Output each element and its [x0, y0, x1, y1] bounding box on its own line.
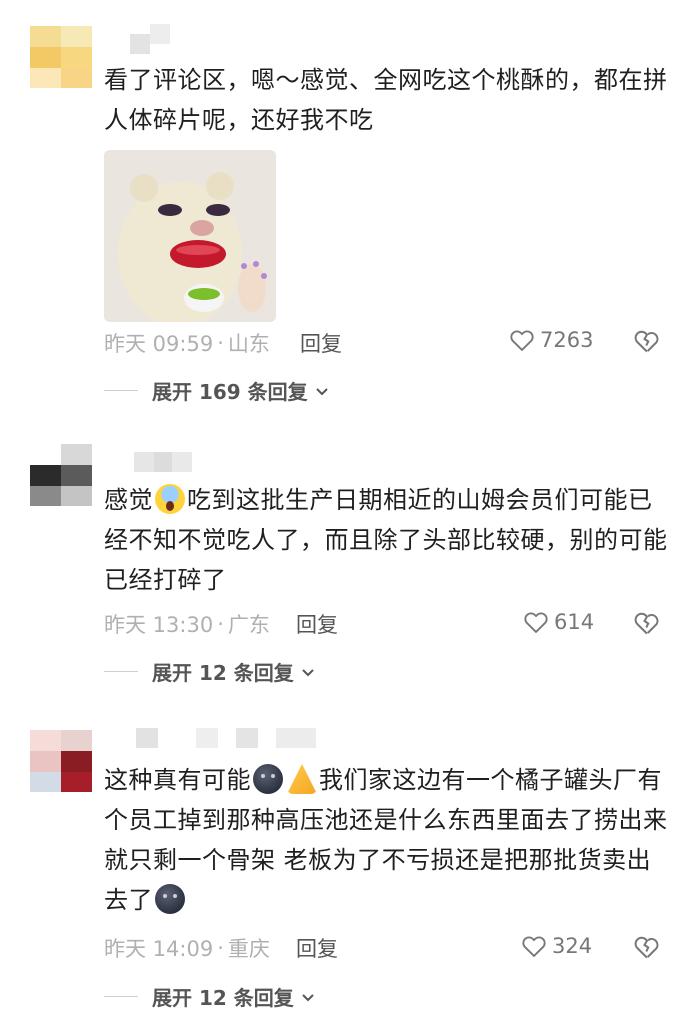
chevron-down-icon	[315, 387, 328, 395]
folded-hands-emoji	[287, 764, 317, 794]
comment-location: 重庆	[227, 937, 270, 961]
username-pixelated[interactable]	[134, 452, 192, 472]
comment-meta: 昨天 13:30 · 广东	[104, 609, 270, 639]
face-screaming-in-fear-emoji	[155, 484, 185, 514]
comment-meta: 昨天 14:09 · 重庆	[104, 933, 270, 963]
broken-heart-icon	[634, 612, 659, 635]
expand-replies-button[interactable]: 展开 12 条回复	[104, 657, 316, 686]
comment-location: 广东	[227, 613, 270, 637]
like-button[interactable]: 614	[522, 608, 594, 636]
chevron-down-icon	[302, 668, 314, 676]
sticker-image[interactable]	[104, 150, 276, 322]
expand-replies-button[interactable]: 展开 12 条回复	[104, 982, 316, 1011]
avatar[interactable]	[30, 444, 92, 506]
comment-1: 看了评论区，嗯～感觉、全网吃这个桃酥的，都在拼人体碎片呢，还好我不吃 昨天 09…	[0, 0, 690, 420]
new-moon-face-emoji	[155, 884, 185, 914]
comment-3: 这种真有可能 我们家这边有一个橘子罐头厂有个员工掉到那种高压池还是什么东西里面去了…	[0, 710, 690, 1024]
comment-location: 山东	[227, 332, 270, 356]
comment-2: 感觉 吃到这批生产日期相近的山姆会员们可能已经不知不觉吃人了，而且除了头部比较硬，…	[0, 420, 690, 710]
comment-text: 看了评论区，嗯～感觉、全网吃这个桃酥的，都在拼人体碎片呢，还好我不吃	[104, 66, 668, 134]
meta-separator: ·	[217, 612, 224, 636]
expand-replies-label: 展开 169 条回复	[152, 380, 308, 404]
comment-time: 昨天 14:09	[104, 937, 214, 961]
heart-outline-icon	[510, 330, 534, 352]
username-pixelated[interactable]	[130, 24, 170, 54]
avatar[interactable]	[30, 730, 92, 792]
expand-replies-label: 展开 12 条回复	[152, 661, 294, 685]
dislike-button[interactable]	[632, 932, 662, 966]
broken-heart-icon	[634, 936, 659, 959]
reply-button[interactable]: 回复	[296, 933, 338, 963]
comment-meta: 昨天 09:59 · 山东	[104, 328, 270, 358]
like-count: 7263	[540, 328, 594, 352]
new-moon-face-emoji	[253, 764, 283, 794]
like-button[interactable]: 324	[520, 932, 592, 960]
divider-line	[104, 390, 138, 391]
username-pixelated[interactable]	[136, 728, 316, 748]
meta-separator: ·	[217, 331, 224, 355]
heart-outline-icon	[522, 936, 546, 958]
expand-replies-button[interactable]: 展开 169 条回复	[104, 376, 330, 405]
reply-button[interactable]: 回复	[296, 609, 338, 639]
heart-outline-icon	[524, 612, 548, 634]
comment-time: 昨天 13:30	[104, 613, 214, 637]
like-count: 614	[554, 610, 595, 634]
dislike-button[interactable]	[632, 326, 662, 360]
divider-line	[104, 671, 138, 672]
like-count: 324	[552, 934, 593, 958]
divider-line	[104, 996, 138, 997]
chevron-down-icon	[302, 993, 314, 1001]
dislike-button[interactable]	[632, 608, 662, 642]
expand-replies-label: 展开 12 条回复	[152, 986, 294, 1010]
reply-button[interactable]: 回复	[300, 328, 342, 358]
comment-text: 感觉 吃到这批生产日期相近的山姆会员们可能已经不知不觉吃人了，而且除了头部比较硬，…	[104, 484, 668, 594]
avatar[interactable]	[30, 26, 92, 88]
comment-time: 昨天 09:59	[104, 332, 214, 356]
like-button[interactable]: 7263	[508, 326, 593, 354]
meta-separator: ·	[217, 936, 224, 960]
comment-text: 这种真有可能 我们家这边有一个橘子罐头厂有个员工掉到那种高压池还是什么东西里面去了…	[104, 764, 668, 914]
broken-heart-icon	[634, 330, 659, 353]
